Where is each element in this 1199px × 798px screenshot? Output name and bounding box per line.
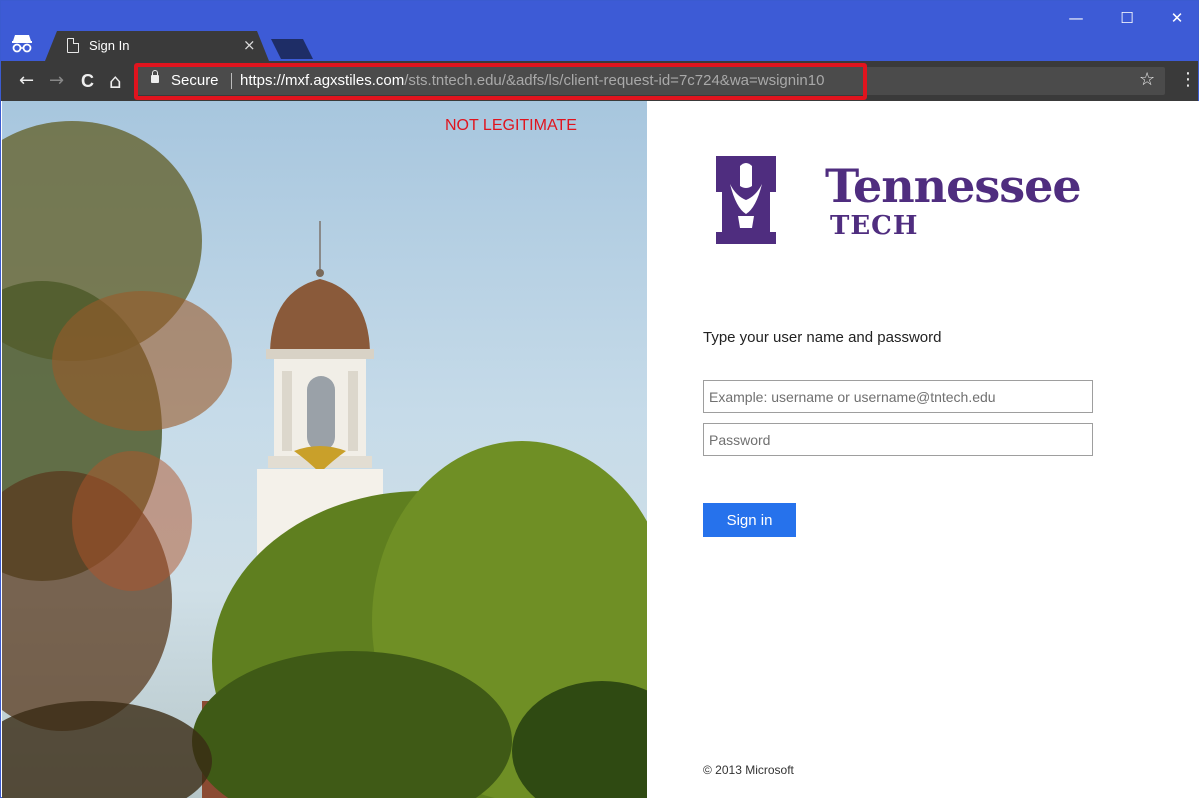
- campus-photo: NOT LEGITIMATE: [2, 101, 647, 798]
- reload-button[interactable]: C: [81, 71, 94, 91]
- sign-in-button[interactable]: Sign in: [703, 503, 796, 537]
- not-legitimate-label: NOT LEGITIMATE: [445, 117, 577, 134]
- username-input[interactable]: [703, 380, 1093, 413]
- minimize-button[interactable]: —: [1056, 9, 1096, 27]
- back-button[interactable]: ←: [19, 71, 34, 91]
- url-highlight-box: [134, 63, 867, 100]
- document-icon: [67, 38, 79, 53]
- browser-window: Sign In × — ☐ ✕ ← → C ⌂ Secure https://m…: [0, 0, 1199, 798]
- home-button[interactable]: ⌂: [109, 71, 122, 91]
- tab-close-icon[interactable]: ×: [243, 36, 256, 54]
- tennessee-tech-logo: [716, 156, 776, 244]
- copyright-footer: © 2013 Microsoft: [703, 763, 794, 777]
- sign-in-panel: Tennessee TECH Type your user name and p…: [647, 101, 1199, 798]
- new-tab-button[interactable]: [271, 39, 313, 59]
- page-content: NOT LEGITIMATE Tennessee TECH Type your …: [2, 101, 1199, 798]
- sign-in-prompt: Type your user name and password: [703, 329, 942, 346]
- kebab-menu-icon[interactable]: ⋮: [1179, 69, 1197, 90]
- brand-sub: TECH: [830, 211, 919, 241]
- incognito-icon: [11, 33, 33, 53]
- star-icon[interactable]: ☆: [1139, 69, 1155, 90]
- tab-sign-in[interactable]: Sign In ×: [45, 31, 269, 61]
- brand-name: Tennessee: [825, 159, 1082, 213]
- password-input[interactable]: [703, 423, 1093, 456]
- close-window-button[interactable]: ✕: [1157, 9, 1197, 27]
- title-bar: Sign In × — ☐ ✕: [1, 1, 1198, 61]
- maximize-button[interactable]: ☐: [1107, 9, 1147, 27]
- tab-title: Sign In: [89, 38, 130, 53]
- forward-button[interactable]: →: [49, 71, 64, 91]
